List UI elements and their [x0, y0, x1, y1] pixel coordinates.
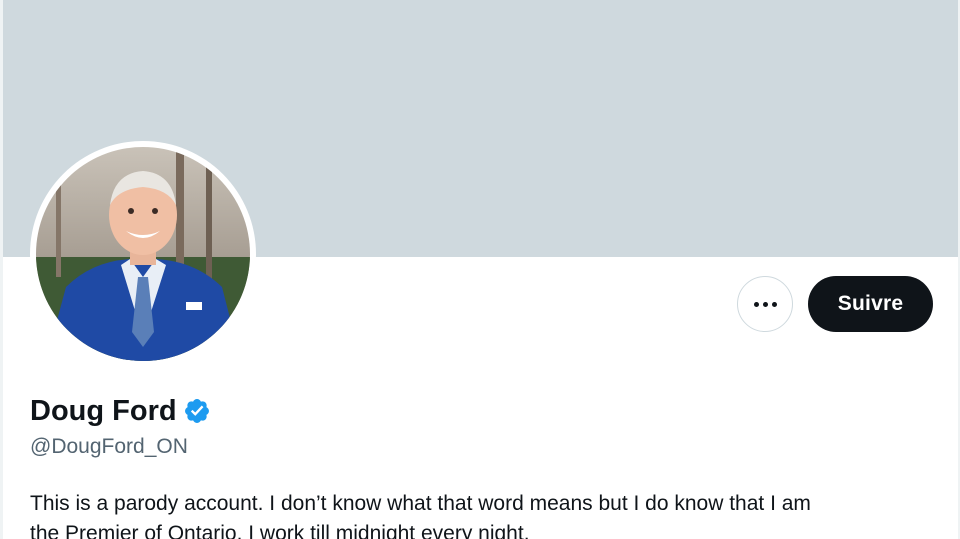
profile-bio: This is a parody account. I don’t know w… — [30, 489, 950, 539]
display-name: Doug Ford — [30, 395, 177, 427]
bio-line-1: This is a parody account. I don’t know w… — [30, 492, 811, 515]
profile-page: Suivre Doug Ford @DougFord_ON This is a … — [0, 0, 960, 539]
verified-badge-icon[interactable] — [183, 397, 211, 425]
profile-handle: @DougFord_ON — [30, 435, 188, 458]
follow-button[interactable]: Suivre — [808, 276, 933, 332]
more-options-button[interactable] — [737, 276, 793, 332]
more-horizontal-icon — [753, 301, 777, 307]
profile-name-row: Doug Ford — [30, 393, 211, 429]
avatar[interactable] — [36, 147, 250, 361]
bio-line-2: the Premier of Ontario. I work till midn… — [30, 522, 530, 539]
